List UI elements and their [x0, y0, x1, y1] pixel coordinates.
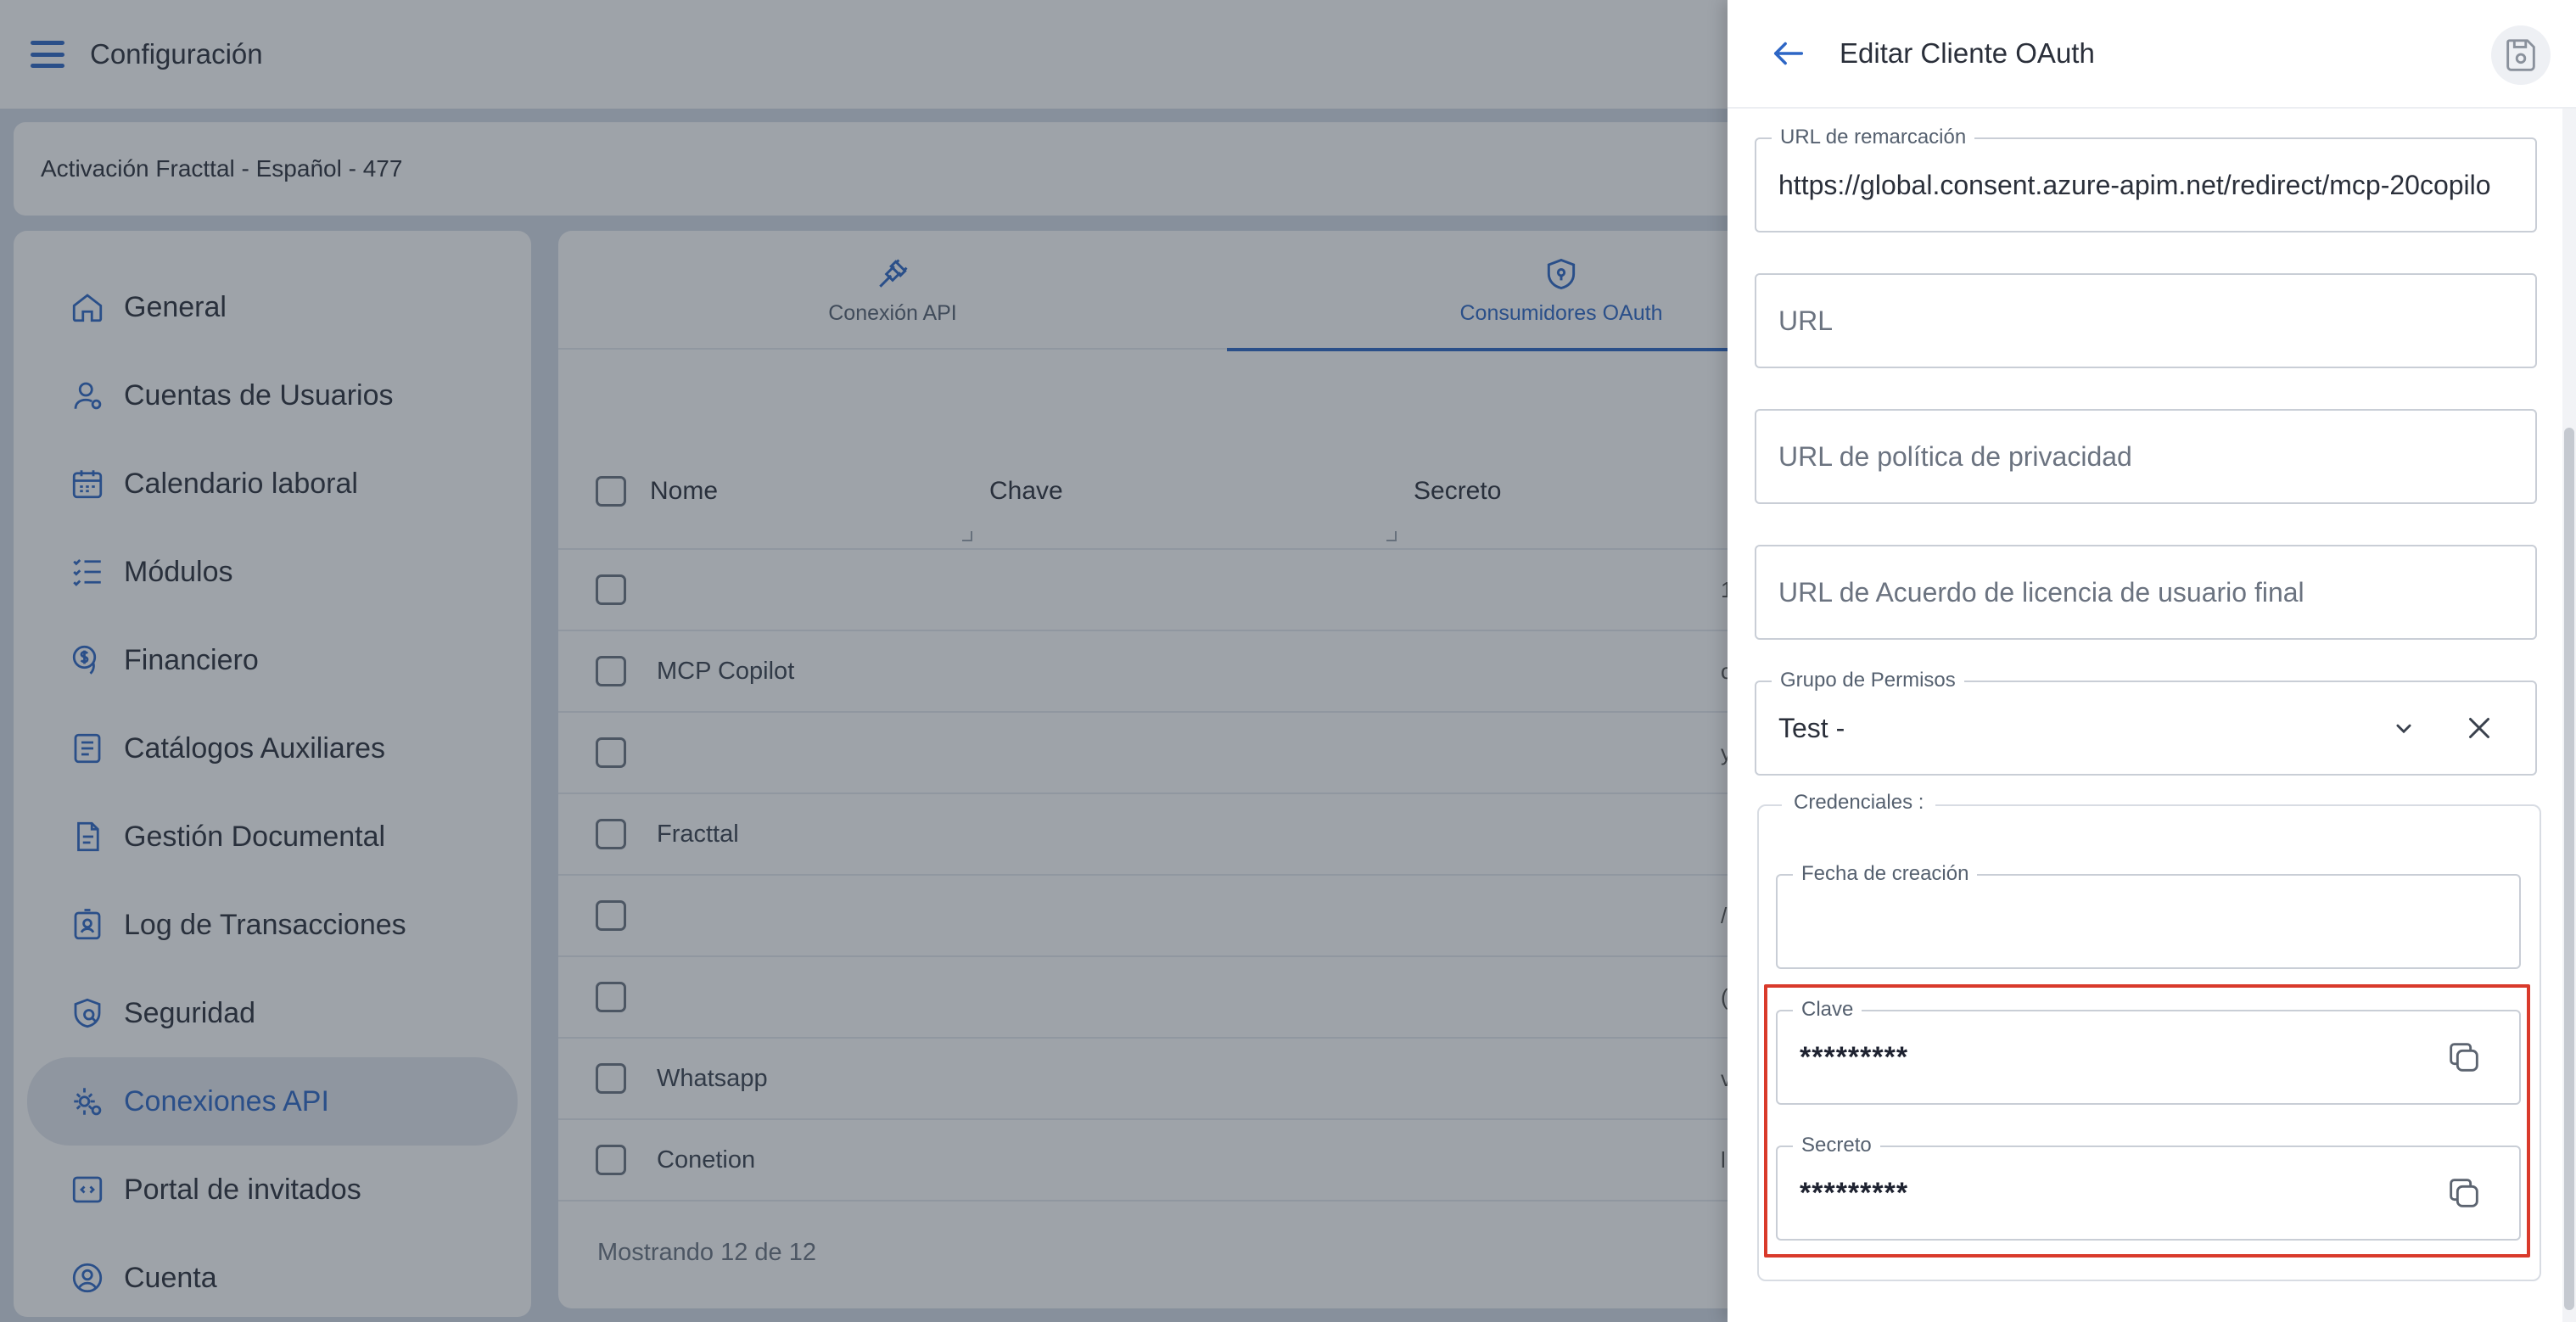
credentials-highlight-box — [1764, 984, 2530, 1258]
arrow-left-icon — [1773, 42, 1804, 65]
field-placeholder: URL — [1778, 305, 1834, 336]
save-icon — [2506, 39, 2535, 71]
url-field[interactable]: URL — [1755, 273, 2537, 368]
credentials-legend: Credenciales : — [1782, 791, 1936, 815]
field-label: Grupo de Permisos — [1772, 669, 1964, 692]
drawer-title: Editar Cliente OAuth — [1840, 37, 2095, 69]
field-label: Fecha de creación — [1793, 862, 1978, 886]
privacy-policy-url-field[interactable]: URL de política de privacidad — [1755, 409, 2537, 504]
permission-group-value: Test - — [1778, 712, 1845, 743]
back-button[interactable] — [1765, 30, 1812, 77]
scrollbar-thumb[interactable] — [2564, 428, 2574, 1310]
eula-url-field[interactable]: URL de Acuerdo de licencia de usuario fi… — [1755, 545, 2537, 640]
redirect-url-field[interactable]: URL de remarcación https://global.consen… — [1755, 126, 2537, 232]
field-placeholder: URL de Acuerdo de licencia de usuario fi… — [1778, 576, 2304, 608]
drawer-scrollbar[interactable] — [2562, 109, 2576, 1322]
drawer-header: Editar Cliente OAuth — [1728, 0, 2576, 109]
redirect-url-value: https://global.consent.azure-apim.net/re… — [1778, 169, 2491, 200]
close-icon[interactable] — [2464, 713, 2495, 743]
permission-group-select[interactable]: Grupo de Permisos Test - — [1755, 669, 2537, 776]
creation-date-field: Fecha de creación — [1776, 862, 2521, 969]
field-label: URL de remarcación — [1772, 126, 1975, 149]
chevron-down-icon[interactable] — [2389, 714, 2418, 742]
field-placeholder: URL de política de privacidad — [1778, 440, 2132, 472]
save-button[interactable] — [2491, 25, 2551, 85]
